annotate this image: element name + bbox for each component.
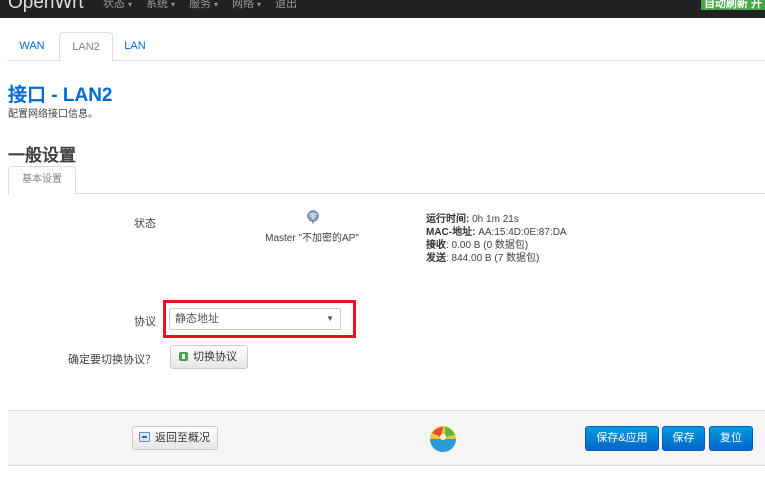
protocol-select[interactable]: 静态地址 ▼ [169,308,341,330]
status-label: 状态 [134,218,156,230]
uptime-label: 运行时间: [426,214,470,225]
menu-logout-label: 退出 [275,0,298,10]
tx-value: : 844.00 B (7 数据包) [446,253,540,264]
menu-status[interactable]: 状态 ▾ [96,0,139,18]
tab-lan[interactable]: LAN [115,32,155,61]
menu-services[interactable]: 服务 ▾ [182,0,225,18]
tab-basic-settings[interactable]: 基本设置 [8,166,76,195]
rx-row: 接收: 0.00 B (0 数据包) [426,239,567,252]
section-title: 一般设置 [8,146,76,165]
mac-row: MAC-地址: AA:15:4D:0E:87:DA [426,226,567,239]
reset-button[interactable]: 复位 [709,426,753,451]
switch-protocol-button-label: 切换协议 [193,351,237,363]
brand-logo[interactable]: OpenWrt [8,0,84,14]
save-button[interactable]: 保存 [662,426,705,451]
page-description: 配置网络接口信息。 [8,109,98,120]
switch-icon [179,352,188,361]
auto-refresh-badge[interactable]: 自动刷新 开 [700,0,765,10]
menu-status-label: 状态 [103,0,125,10]
chevron-down-icon: ▾ [128,0,133,9]
protocol-select-value: 静态地址 [175,313,219,325]
uptime-row: 运行时间: 0h 1m 21s [426,213,567,226]
mac-label: MAC-地址: [426,227,476,238]
mac-value: AA:15:4D:0E:87:DA [475,227,567,238]
settings-subtabs: 基本设置 [8,166,765,195]
menu-network[interactable]: 网络 ▾ [225,0,268,18]
uptime-value: 0h 1m 21s [469,214,519,225]
menu-services-label: 服务 [189,0,212,10]
tab-wan[interactable]: WAN [7,32,57,61]
wifi-icon [307,210,319,224]
tx-row: 发送: 844.00 B (7 数据包) [426,252,567,265]
main-menu: 状态 ▾ 系统 ▾ 服务 ▾ 网络 ▾ 退出 [96,0,304,18]
back-to-overview-button[interactable]: 返回至概况 [132,426,218,450]
rx-value: : 0.00 B (0 数据包) [446,240,529,251]
tab-lan2[interactable]: LAN2 [59,32,113,62]
menu-system[interactable]: 系统 ▾ [139,0,182,18]
luci-logo-icon [430,426,456,452]
tx-label: 发送 [426,253,446,264]
menu-network-label: 网络 [232,0,255,10]
page-title: 接口 - LAN2 [8,85,113,106]
interface-stats: 运行时间: 0h 1m 21s MAC-地址: AA:15:4D:0E:87:D… [426,213,567,265]
top-navbar: OpenWrt 状态 ▾ 系统 ▾ 服务 ▾ 网络 ▾ 退出 自动刷新 开 [0,0,765,18]
chevron-down-icon: ▾ [257,0,262,9]
back-to-overview-label: 返回至概况 [155,432,210,444]
save-apply-button[interactable]: 保存&应用 [585,426,659,451]
back-icon [139,432,150,442]
menu-system-label: 系统 [146,0,169,10]
rx-label: 接收 [426,240,446,251]
switch-protocol-button[interactable]: 切换协议 [170,345,248,369]
wireless-ssid: Master "不加密的AP" [265,233,359,244]
dropdown-arrow-icon: ▼ [326,314,334,323]
protocol-label: 协议 [134,316,156,328]
chevron-down-icon: ▾ [214,0,219,9]
interface-tabs: WAN LAN2 LAN [7,32,765,62]
chevron-down-icon: ▾ [171,0,176,9]
menu-logout[interactable]: 退出 [268,0,304,18]
switch-protocol-label: 确定要切换协议？ [68,354,156,366]
